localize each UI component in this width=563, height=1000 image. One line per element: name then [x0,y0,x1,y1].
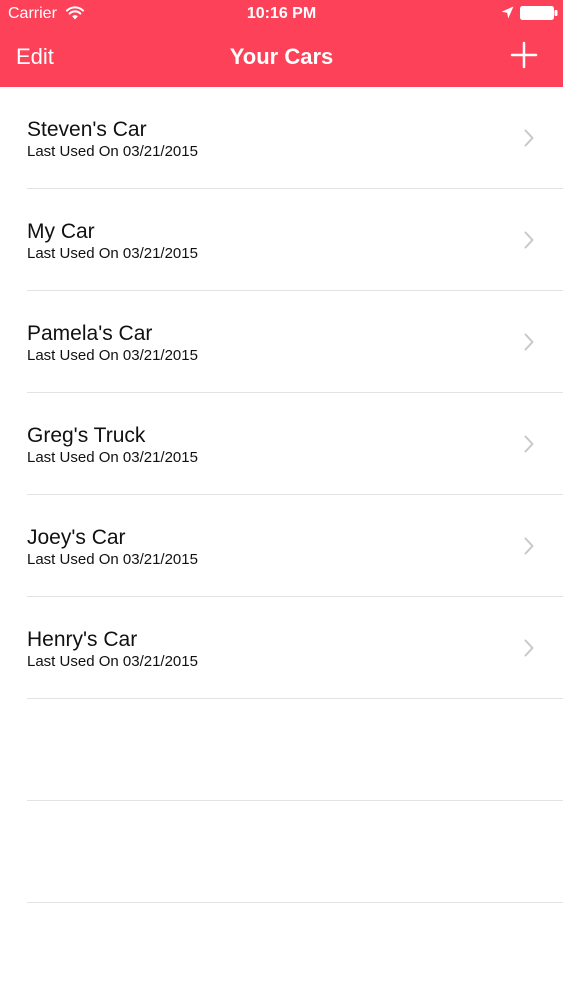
car-last-used: Last Used On 03/21/2015 [27,653,198,670]
car-name: My Car [27,220,95,243]
top-bar: Carrier 10:16 PM Edit Your Cars [0,0,563,87]
car-last-used: Last Used On 03/21/2015 [27,143,198,160]
car-list: Steven's Car Last Used On 03/21/2015 My … [0,87,563,903]
chevron-right-icon [524,639,534,657]
car-name: Greg's Truck [27,424,146,447]
plus-icon[interactable] [510,41,538,69]
navigation-bar: Edit Your Cars [0,28,563,87]
chevron-right-icon [524,129,534,147]
car-row-my-car[interactable]: My Car Last Used On 03/21/2015 [27,189,563,291]
chevron-right-icon [524,435,534,453]
car-name: Joey's Car [27,526,126,549]
car-last-used: Last Used On 03/21/2015 [27,245,198,262]
car-row-greg[interactable]: Greg's Truck Last Used On 03/21/2015 [27,393,563,495]
chevron-right-icon [524,333,534,351]
chevron-right-icon [524,537,534,555]
car-last-used: Last Used On 03/21/2015 [27,449,198,466]
empty-row [27,801,563,903]
car-last-used: Last Used On 03/21/2015 [27,551,198,568]
battery-icon [520,6,558,20]
car-row-joey[interactable]: Joey's Car Last Used On 03/21/2015 [27,495,563,597]
screen: Carrier 10:16 PM Edit Your Cars Steven's… [0,0,563,1000]
empty-row [27,699,563,801]
status-time: 10:16 PM [246,5,317,22]
location-arrow-icon [501,6,514,19]
car-row-steven[interactable]: Steven's Car Last Used On 03/21/2015 [27,87,563,189]
car-last-used: Last Used On 03/21/2015 [27,347,198,364]
car-row-henry[interactable]: Henry's Car Last Used On 03/21/2015 [27,597,563,699]
chevron-right-icon [524,231,534,249]
page-title: Your Cars [229,44,334,69]
car-row-pamela[interactable]: Pamela's Car Last Used On 03/21/2015 [27,291,563,393]
car-name: Steven's Car [27,118,147,141]
car-name: Henry's Car [27,628,138,651]
status-bar: Carrier 10:16 PM [0,0,563,28]
car-name: Pamela's Car [27,322,153,345]
